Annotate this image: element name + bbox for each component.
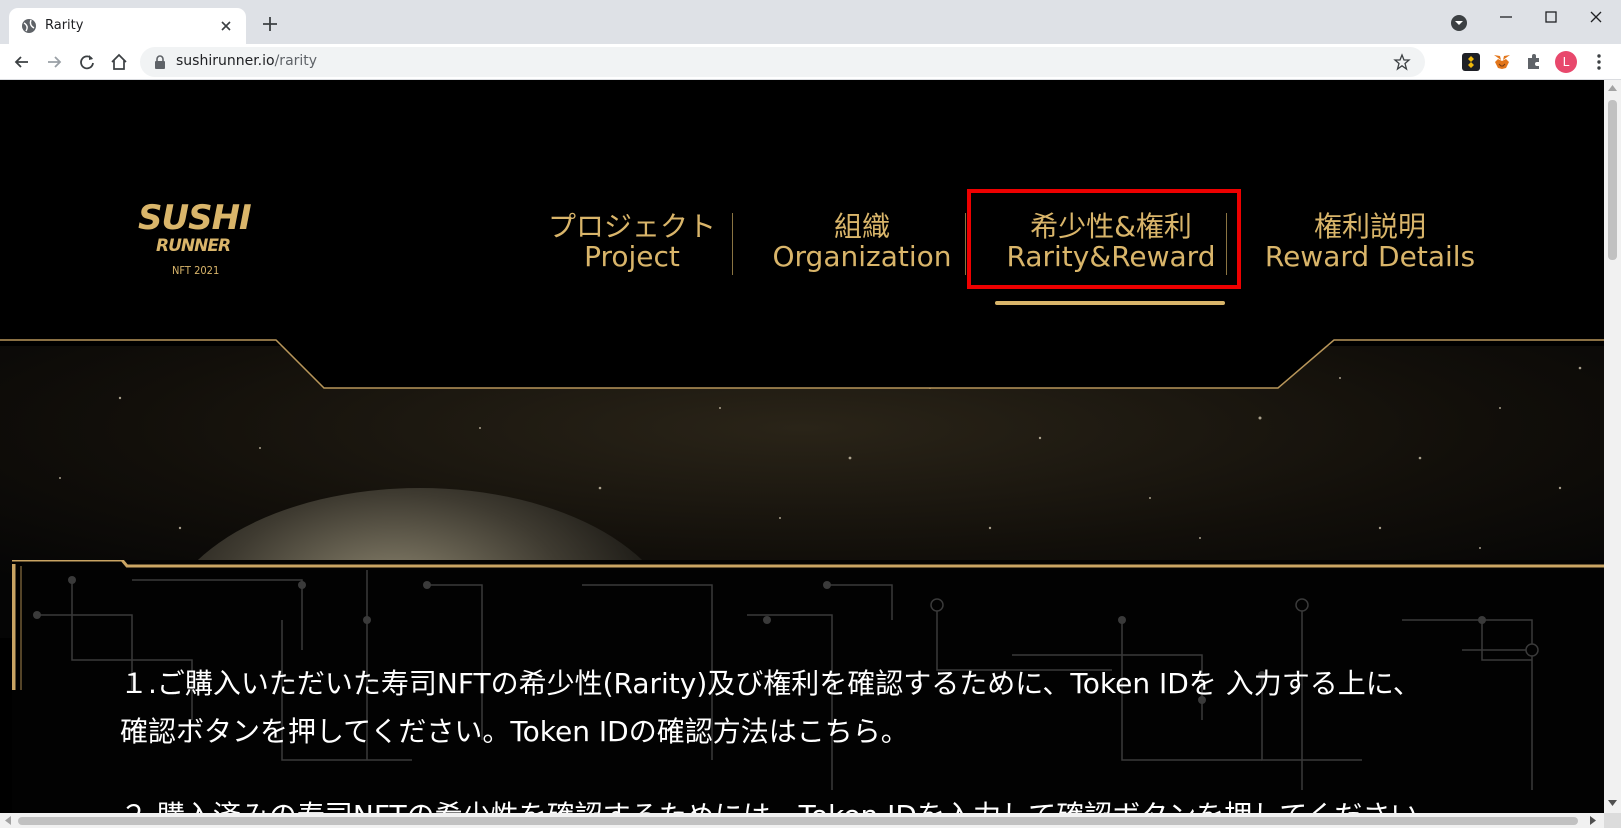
content-panel: １.ご購入いただいた寿司NFTの希少性(Rarity)及び権利を確認するために、… (12, 560, 1604, 813)
browser-toolbar: sushirunner.io/rarity L (0, 44, 1621, 80)
horizontal-scrollbar[interactable] (0, 813, 1604, 828)
vertical-scrollbar[interactable] (1604, 80, 1621, 813)
metamask-fox-icon[interactable] (1492, 52, 1512, 72)
profile-avatar[interactable]: L (1555, 51, 1577, 73)
logo-runner-text: RUNNER (156, 236, 231, 256)
nav-reward-details-jp: 権利説明 (1313, 210, 1426, 243)
kebab-menu-icon[interactable] (1589, 52, 1609, 72)
scrollbar-corner (1604, 813, 1621, 828)
maximize-icon[interactable] (1540, 6, 1562, 28)
horizontal-scroll-thumb[interactable] (18, 817, 1578, 825)
nav-project[interactable]: プロジェクト Project (548, 212, 716, 272)
scroll-left-arrow-icon[interactable] (3, 815, 13, 826)
globe-icon (22, 19, 36, 33)
logo-nft-text: NFT 2021 (172, 264, 220, 277)
active-nav-underline (995, 301, 1225, 305)
back-arrow-icon[interactable] (12, 52, 32, 72)
home-icon[interactable] (109, 52, 129, 72)
window-close-icon[interactable] (1585, 6, 1607, 28)
nav-project-jp: プロジェクト (548, 210, 717, 243)
tab-title: Rarity (45, 18, 84, 33)
site-logo[interactable]: SUSHI RUNNER NFT 2021 (136, 198, 266, 286)
web-page: SUSHI RUNNER NFT 2021 プロジェクト Project 組織 … (0, 80, 1604, 813)
nav-separator (965, 213, 966, 275)
scroll-down-arrow-icon[interactable] (1607, 798, 1618, 808)
address-bar[interactable]: sushirunner.io/rarity (140, 47, 1425, 77)
new-tab-icon[interactable] (260, 14, 280, 34)
red-highlight-annotation (967, 189, 1241, 289)
nav-separator (732, 213, 733, 275)
extension-binance-icon[interactable] (1461, 52, 1481, 72)
puzzle-extensions-icon[interactable] (1524, 52, 1544, 72)
nav-organization-en: Organization (772, 240, 952, 273)
scroll-up-arrow-icon[interactable] (1607, 83, 1618, 93)
tab-strip: Rarity (0, 0, 1621, 44)
scroll-right-arrow-icon[interactable] (1588, 815, 1598, 826)
nav-organization[interactable]: 組織 Organization (762, 212, 962, 272)
instruction-paragraph: １.ご購入いただいた寿司NFTの希少性(Rarity)及び権利を確認するために、… (120, 660, 1520, 756)
forward-arrow-icon[interactable] (44, 52, 64, 72)
nav-project-en: Project (584, 240, 680, 273)
vertical-scroll-thumb[interactable] (1608, 100, 1617, 260)
logo-sushi-text: SUSHI (138, 198, 252, 238)
url-text: sushirunner.io/rarity (176, 53, 318, 69)
minimize-icon[interactable] (1495, 6, 1517, 28)
reload-icon[interactable] (77, 52, 97, 72)
nav-organization-jp: 組織 (833, 210, 890, 243)
tab-search-icon[interactable] (1450, 14, 1468, 32)
lock-icon[interactable] (153, 54, 167, 70)
instruction-line-1: １.ご購入いただいた寿司NFTの希少性(Rarity)及び権利を確認するために、… (120, 667, 1421, 700)
instruction-line-3-partial: ２.購入済みの寿司NFTの希少性を確認するためには、Token IDを入力して確… (120, 792, 1446, 813)
bookmark-star-icon[interactable] (1393, 53, 1411, 71)
nav-reward-details[interactable]: 権利説明 Reward Details (1262, 212, 1478, 272)
nav-reward-details-en: Reward Details (1264, 240, 1476, 273)
browser-tab[interactable]: Rarity (9, 8, 246, 44)
close-icon[interactable] (216, 16, 236, 36)
instruction-line-2: 確認ボタンを押してください。Token IDの確認方法はこちら。 (120, 715, 909, 748)
